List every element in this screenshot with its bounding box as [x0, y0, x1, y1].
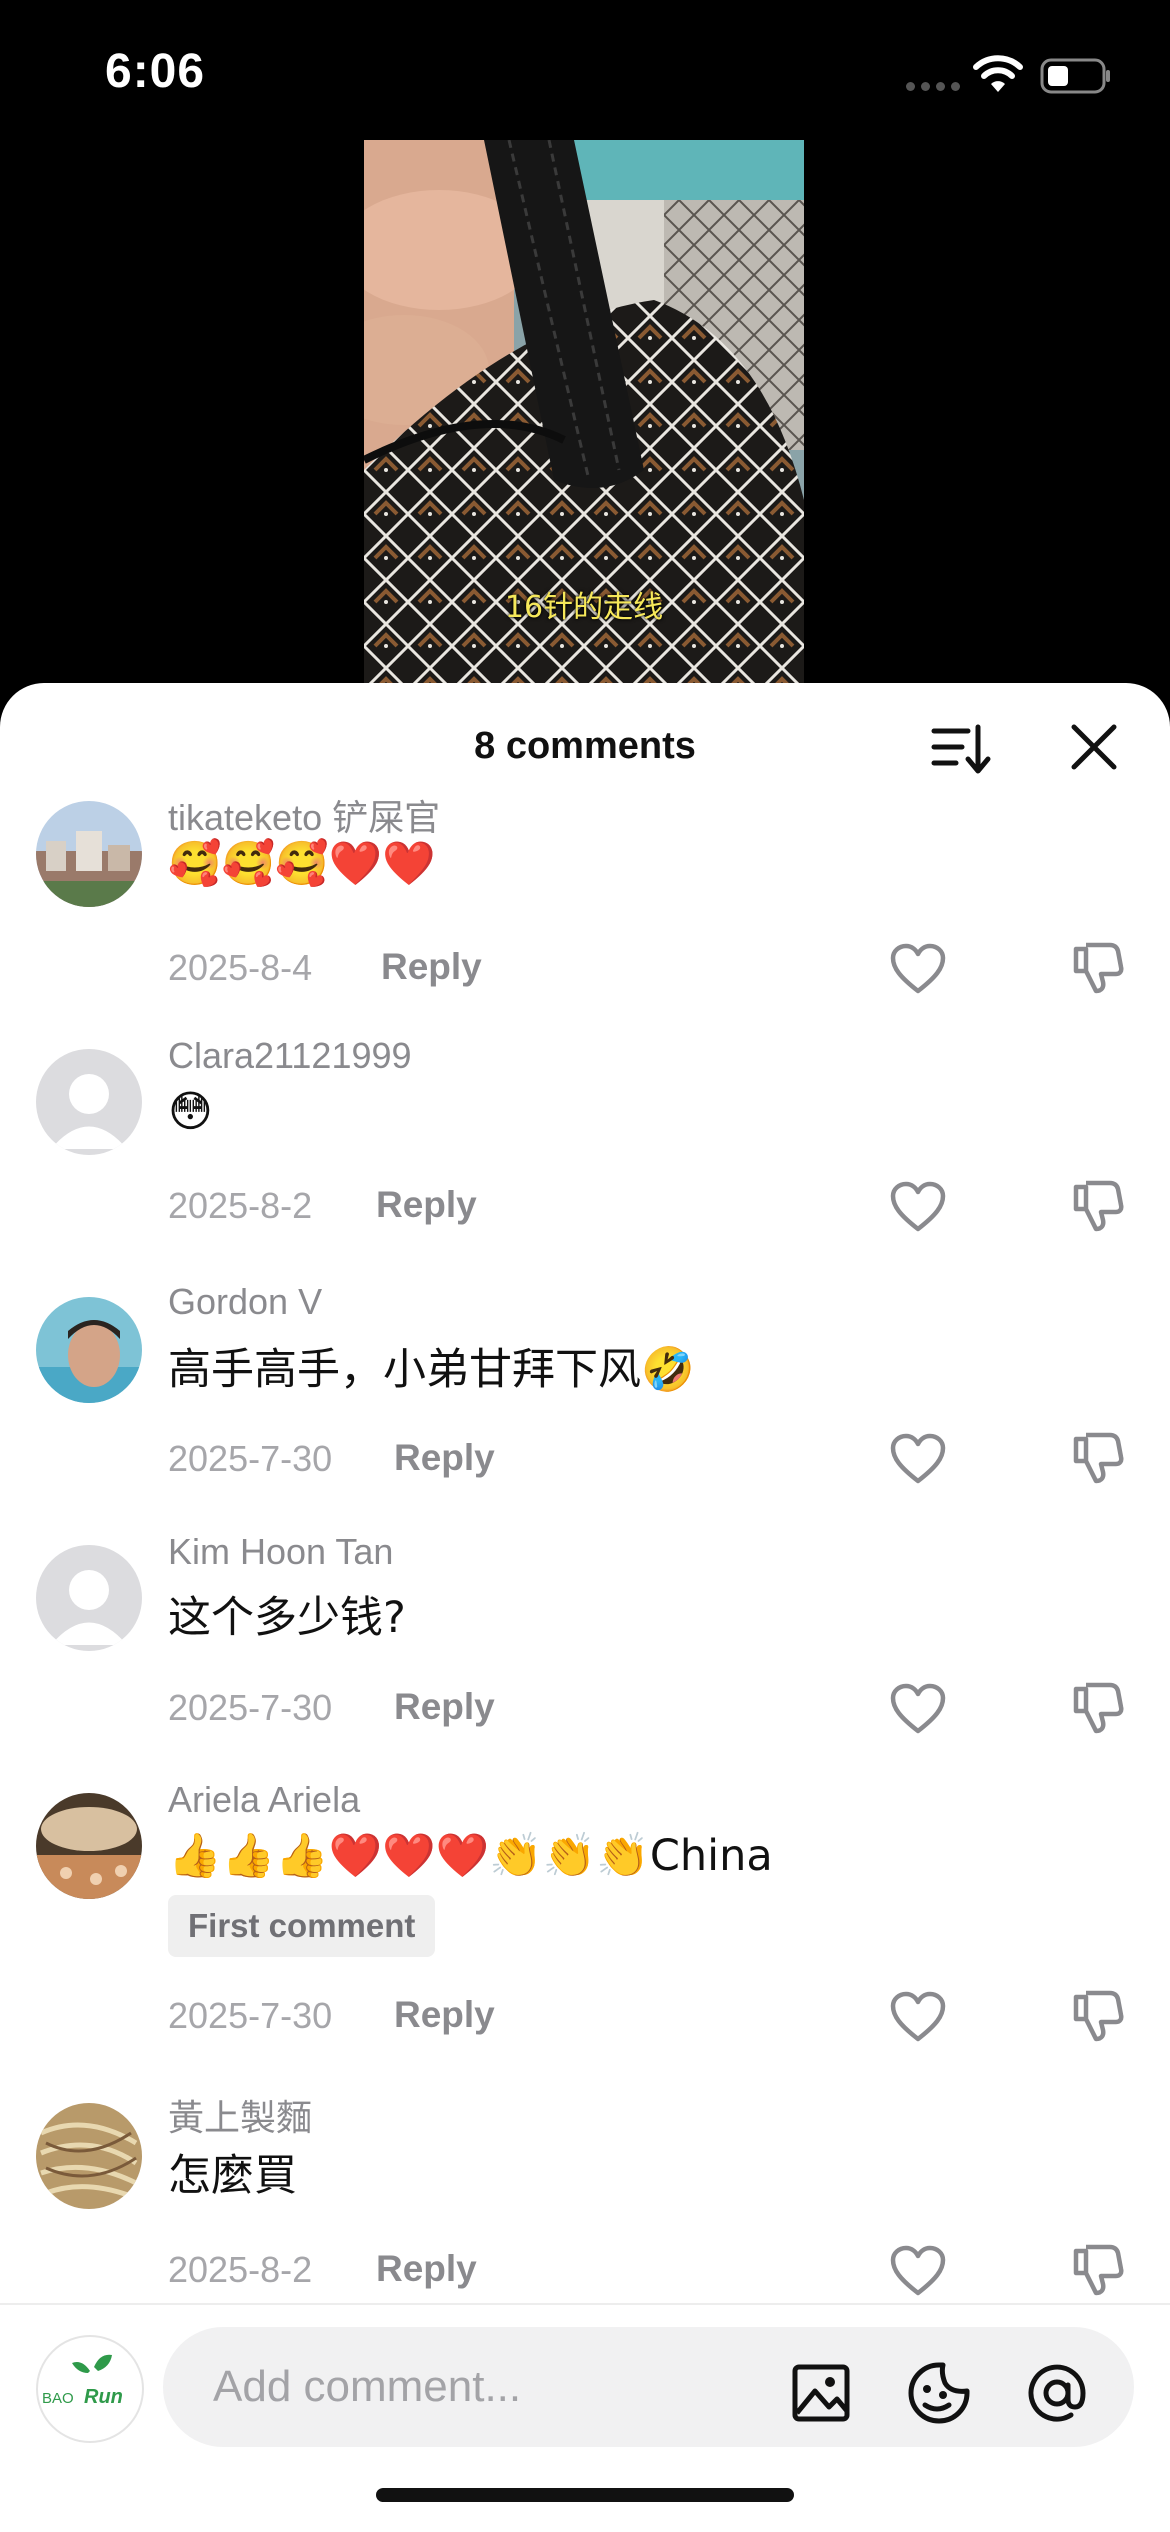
comment-item: Ariela Ariela 👍👍👍❤️❤️❤️👏👏👏China First co…	[0, 1769, 1170, 2079]
reply-button[interactable]: Reply	[376, 1184, 477, 1226]
comment-item: Gordon V 高手高手，小弟甘拜下风🤣 2025-7-30 Reply	[0, 1273, 1170, 1521]
status-bar: 6:06	[0, 0, 1170, 150]
comment-date: 2025-7-30	[168, 1995, 333, 2036]
comment-item: tikateketo 铲屎官 🥰🥰🥰❤️❤️ 2025-8-4 Reply	[0, 789, 1170, 1025]
comment-username[interactable]: Gordon V	[168, 1281, 322, 1323]
thumbs-down-icon[interactable]	[1072, 1681, 1124, 1735]
comment-text: 怎麼買	[168, 2151, 297, 2201]
thumbs-down-icon[interactable]	[1072, 1179, 1124, 1233]
comment-username[interactable]: Clara21121999	[168, 1035, 412, 1077]
heart-outline-icon[interactable]	[890, 1683, 946, 1735]
comment-text: 👍👍👍❤️❤️❤️👏👏👏China	[168, 1831, 773, 1881]
reply-button[interactable]: Reply	[394, 1994, 495, 2036]
reply-button[interactable]: Reply	[394, 1686, 495, 1728]
comment-item: 黃上製麵 怎麼買 2025-8-2 Reply	[0, 2079, 1170, 2319]
at-icon[interactable]	[1025, 2361, 1089, 2425]
comment-text: 这个多少钱?	[168, 1593, 406, 1643]
first-comment-badge: First comment	[168, 1895, 436, 1957]
comment-text: 😳	[168, 1087, 213, 1137]
close-icon[interactable]	[1066, 719, 1122, 775]
heart-outline-icon[interactable]	[890, 1433, 946, 1485]
thumbs-down-icon[interactable]	[1072, 941, 1124, 995]
comment-text: 高手高手，小弟甘拜下风🤣	[168, 1345, 695, 1395]
sticker-icon[interactable]	[907, 2361, 971, 2425]
thumbs-down-icon[interactable]	[1072, 1989, 1124, 2043]
reply-button[interactable]: Reply	[394, 1437, 495, 1479]
comments-count-title: 8 comments	[474, 725, 696, 767]
comment-date: 2025-8-4	[168, 947, 313, 988]
comment-input-container[interactable]	[163, 2327, 1134, 2447]
battery-icon	[1040, 58, 1110, 94]
my-avatar[interactable]: BAO Run	[36, 2335, 144, 2443]
cellular-signal-icon	[906, 82, 960, 91]
avatar[interactable]	[36, 1297, 142, 1403]
comments-list: tikateketo 铲屎官 🥰🥰🥰❤️❤️ 2025-8-4 Reply Cl…	[0, 789, 1170, 2319]
avatar[interactable]	[36, 1049, 142, 1155]
wifi-icon	[973, 55, 1023, 92]
image-icon[interactable]	[789, 2361, 853, 2425]
comments-sheet: 8 comments tikateketo 铲屎官 🥰🥰🥰❤️❤️ 2025-8…	[0, 683, 1170, 2532]
thumbs-down-icon[interactable]	[1072, 1431, 1124, 1485]
sort-icon[interactable]	[928, 717, 992, 781]
comment-item: Clara21121999 😳 2025-8-2 Reply	[0, 1025, 1170, 1273]
comment-date: 2025-8-2	[168, 1185, 313, 1226]
avatar-text-run: Run	[84, 2386, 123, 2408]
avatar[interactable]	[36, 1545, 142, 1651]
comment-date: 2025-7-30	[168, 1687, 333, 1728]
avatar[interactable]	[36, 1793, 142, 1899]
comment-username[interactable]: 黃上製麵	[168, 2089, 312, 2141]
reply-button[interactable]: Reply	[381, 946, 482, 988]
status-time: 6:06	[105, 45, 206, 98]
avatar[interactable]	[36, 801, 142, 907]
comment-username[interactable]: tikateketo 铲屎官	[168, 789, 440, 841]
comment-date: 2025-8-2	[168, 2249, 313, 2290]
heart-outline-icon[interactable]	[890, 1181, 946, 1233]
thumbs-down-icon[interactable]	[1072, 2243, 1124, 2297]
comment-username[interactable]: Ariela Ariela	[168, 1779, 360, 1821]
video-player[interactable]: 16针的走线	[364, 140, 804, 685]
comment-text: 🥰🥰🥰❤️❤️	[168, 839, 436, 889]
comment-username[interactable]: Kim Hoon Tan	[168, 1531, 393, 1573]
avatar[interactable]	[36, 2103, 142, 2209]
video-caption: 16针的走线	[504, 590, 664, 625]
comment-date: 2025-7-30	[168, 1438, 333, 1479]
add-comment-input[interactable]	[213, 2327, 813, 2447]
comment-item: Kim Hoon Tan 这个多少钱? 2025-7-30 Reply	[0, 1521, 1170, 1769]
heart-outline-icon[interactable]	[890, 1991, 946, 2043]
heart-outline-icon[interactable]	[890, 2245, 946, 2297]
reply-button[interactable]: Reply	[376, 2248, 477, 2290]
heart-outline-icon[interactable]	[890, 943, 946, 995]
home-indicator	[376, 2488, 794, 2502]
sheet-header: 8 comments	[0, 683, 1170, 803]
avatar-text-bao: BAO	[42, 2390, 74, 2407]
